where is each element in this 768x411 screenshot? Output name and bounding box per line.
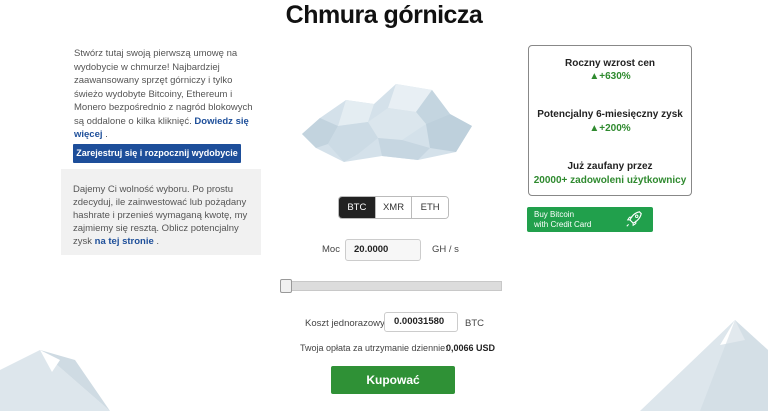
cost-unit: BTC (465, 318, 484, 329)
choice-info-box: Dajemy Ci wolność wyboru. Po prostu zdec… (61, 169, 261, 255)
buy-button[interactable]: Kupować (331, 366, 455, 394)
daily-fee-label: Twoja opłata za utrzymanie dziennie: (300, 343, 448, 353)
annual-growth-title: Roczny wzrost cen (564, 58, 656, 69)
power-label: Moc (322, 244, 340, 255)
signup-button[interactable]: Zarejestruj się i rozpocznij wydobycie (73, 144, 241, 163)
trust-value: 20000+ zadowoleni użytkownicy (533, 175, 687, 186)
cost-label: Koszt jednorazowy (305, 318, 385, 329)
choice-trailing: . (156, 236, 160, 247)
cloud-icon (302, 84, 472, 162)
buy-with-credit-card-button[interactable]: Buy Bitcoin with Credit Card (527, 207, 653, 232)
this-page-link[interactable]: na tej stronie (95, 236, 154, 247)
power-unit: GH / s (432, 244, 459, 255)
annual-growth-value: ▲+630% (589, 71, 631, 82)
profit-value: ▲+200% (589, 123, 631, 134)
power-input[interactable]: 20.0000 (345, 239, 421, 261)
page-title: Chmura górnicza (285, 1, 483, 29)
trust-title: Już zaufany przez (567, 161, 653, 172)
cost-input[interactable]: 0.00031580 (384, 312, 458, 332)
rocket-icon (626, 211, 642, 227)
hashrate-slider-track[interactable] (280, 281, 502, 291)
tab-xmr[interactable]: XMR (374, 197, 412, 218)
profit-title: Potencjalny 6-miesięczny zysk (537, 109, 683, 120)
tab-btc[interactable]: BTC (339, 197, 375, 218)
currency-tabs: BTC XMR ETH (338, 196, 449, 219)
stats-box: Roczny wzrost cen ▲+630% Potencjalny 6-m… (528, 45, 692, 196)
tab-eth[interactable]: ETH (411, 197, 448, 218)
intro-trailing: . (105, 129, 108, 140)
intro-text: Stwórz tutaj swoją pierwszą umowę na wyd… (74, 47, 264, 142)
hashrate-slider-handle[interactable] (280, 279, 292, 293)
daily-fee-value: 0,0066 USD (446, 343, 496, 353)
